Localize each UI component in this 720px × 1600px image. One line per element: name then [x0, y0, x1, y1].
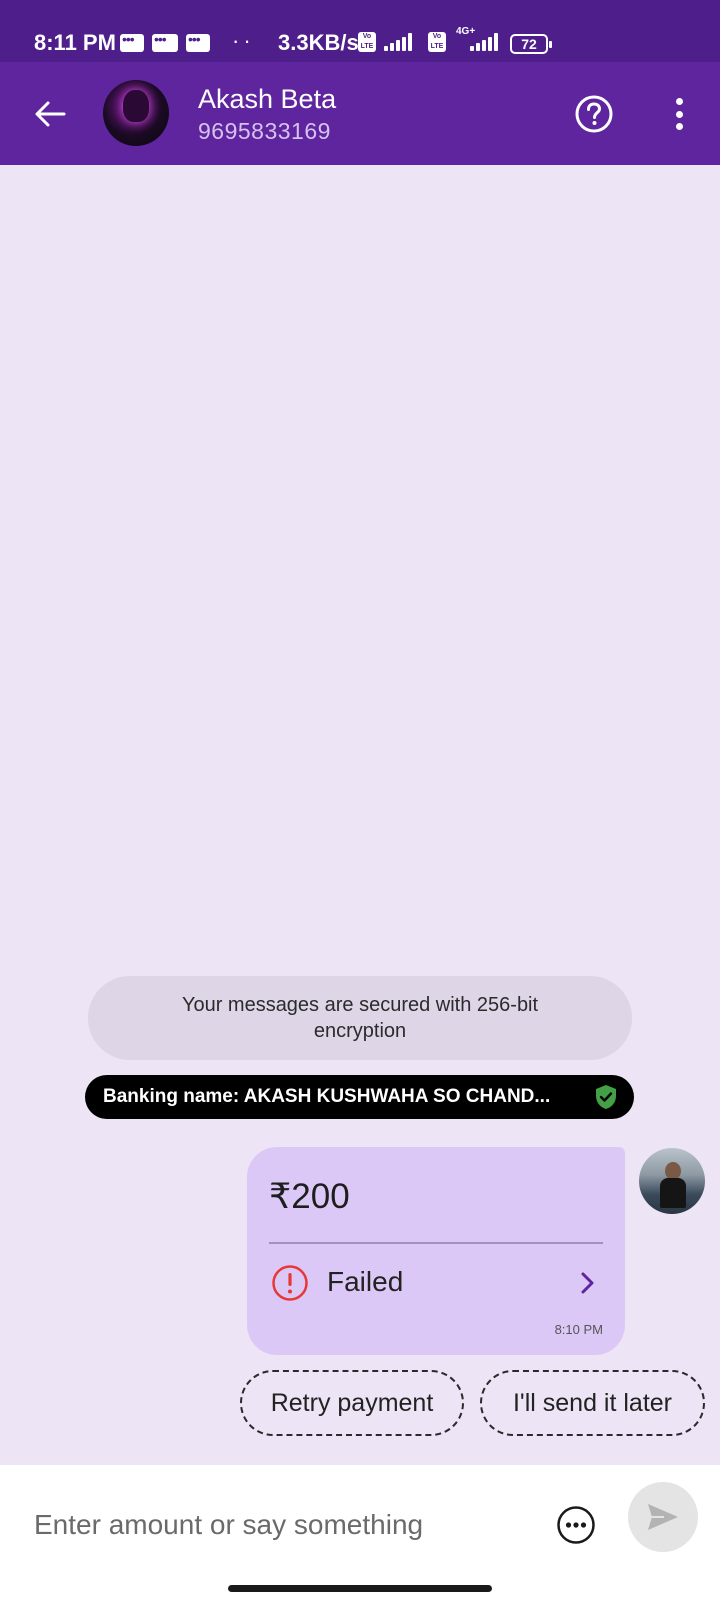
- payment-amount: ₹200: [269, 1177, 350, 1216]
- message-input[interactable]: [34, 1503, 514, 1547]
- arrow-left-icon: [35, 101, 66, 127]
- network-speed: 3.3KB/s: [278, 30, 359, 55]
- encryption-notice: Your messages are secured with 256-bit e…: [88, 976, 632, 1060]
- more-horizontal-circle-icon: [557, 1506, 595, 1544]
- contact-phone: 9695833169: [198, 118, 331, 144]
- send-icon: [648, 1504, 678, 1530]
- banking-name-text: Banking name: AKASH KUSHWAHA SO CHAND...: [103, 1086, 551, 1107]
- volte-icon: Vo LTE: [358, 32, 376, 52]
- contact-avatar[interactable]: [103, 80, 169, 146]
- contact-name[interactable]: Akash Beta: [198, 84, 336, 115]
- banking-name-banner: Banking name: AKASH KUSHWAHA SO CHAND...: [85, 1075, 634, 1119]
- user-avatar: [639, 1148, 705, 1214]
- more-actions-button[interactable]: [556, 1505, 596, 1545]
- send-button[interactable]: [628, 1482, 698, 1552]
- chevron-right-icon[interactable]: [577, 1269, 599, 1297]
- help-circle-icon: [575, 95, 613, 133]
- status-bar: 8:11 PM ·· 3.3KB/s VoLTE VoLTE 4G+ 72: [0, 0, 720, 62]
- status-time: 8:11 PM: [34, 30, 116, 55]
- verified-shield-icon: [596, 1085, 616, 1109]
- help-button[interactable]: [574, 94, 614, 134]
- retry-payment-button[interactable]: Retry payment: [240, 1370, 464, 1436]
- more-notifications-icon: ··: [232, 28, 255, 53]
- home-indicator[interactable]: [228, 1585, 492, 1592]
- message-composer: [0, 1465, 720, 1600]
- more-options-menu-button[interactable]: [664, 94, 694, 134]
- payment-status: Failed: [327, 1266, 404, 1297]
- back-button[interactable]: [28, 92, 72, 136]
- chat-header: Akash Beta 9695833169: [0, 62, 720, 165]
- payment-message-bubble[interactable]: ₹200 Failed 8:10 PM: [247, 1147, 625, 1355]
- signal-strength-icon: [470, 33, 498, 51]
- message-timestamp: 8:10 PM: [554, 1322, 603, 1337]
- battery-icon: 72: [510, 34, 552, 54]
- bubble-divider: [269, 1242, 603, 1244]
- alert-circle-icon: [272, 1265, 308, 1301]
- signal-strength-icon: [384, 33, 412, 51]
- message-notification-icon: [186, 31, 210, 52]
- app-notification-icon: [152, 31, 178, 52]
- volte-icon: Vo LTE: [428, 32, 446, 52]
- send-later-button[interactable]: I'll send it later: [480, 1370, 705, 1436]
- message-notification-icon: [120, 31, 144, 52]
- more-vertical-icon: [675, 98, 683, 105]
